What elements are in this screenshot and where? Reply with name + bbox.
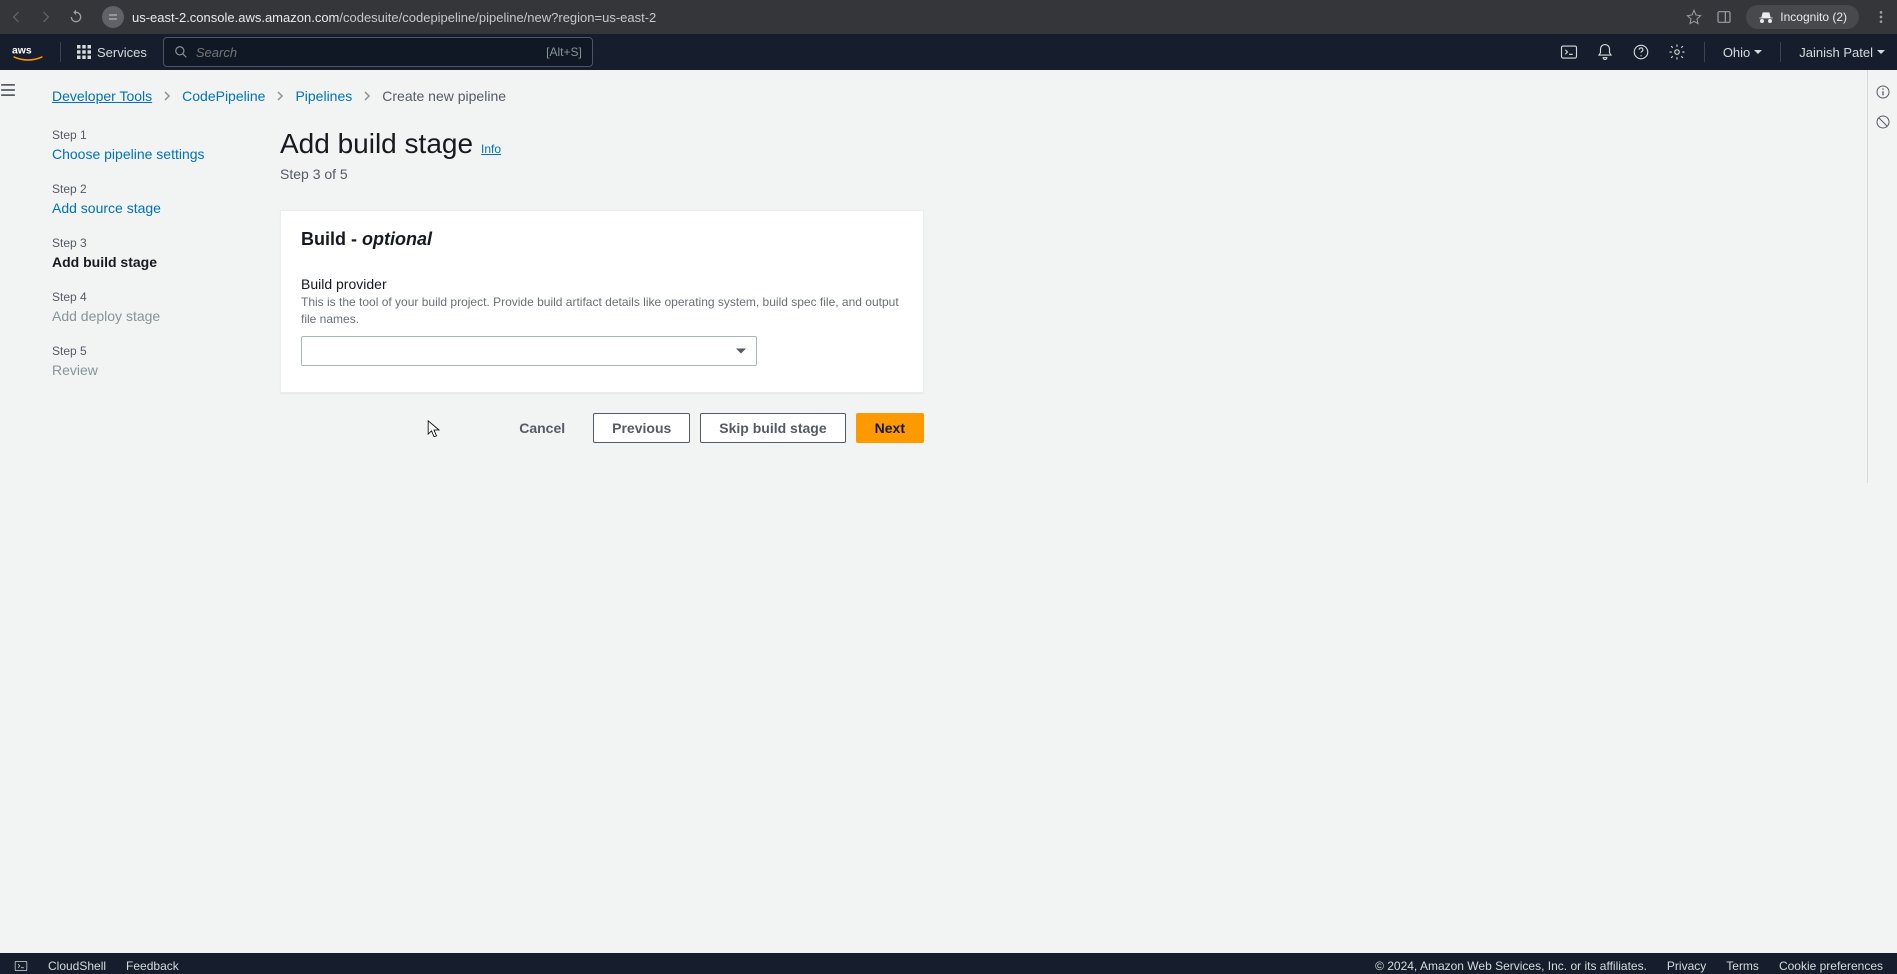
search-shortcut: [Alt+S] xyxy=(546,45,582,59)
cloudshell-footer-icon[interactable] xyxy=(14,959,28,973)
previous-button[interactable]: Previous xyxy=(593,413,690,443)
search-icon xyxy=(174,45,188,59)
incognito-label: Incognito (2) xyxy=(1780,10,1847,24)
sub-step: Step 3 of 5 xyxy=(280,166,924,182)
wizard-steps: Step 1 Choose pipeline settings Step 2 A… xyxy=(52,128,232,443)
step-5: Step 5 Review xyxy=(52,344,232,378)
card-title: Build - optional xyxy=(301,229,903,250)
actions-row: Cancel Previous Skip build stage Next xyxy=(280,413,924,443)
caret-down-icon xyxy=(1877,50,1885,54)
page-title: Add build stage xyxy=(280,128,473,160)
user-menu[interactable]: Jainish Patel xyxy=(1799,45,1885,60)
step-4: Step 4 Add deploy stage xyxy=(52,290,232,324)
chevron-right-icon xyxy=(362,88,372,104)
separator xyxy=(1780,42,1781,62)
region-selector[interactable]: Ohio xyxy=(1723,45,1762,60)
step-title: Add build stage xyxy=(52,254,232,270)
services-label: Services xyxy=(97,45,147,60)
separator xyxy=(60,42,61,62)
step-1[interactable]: Step 1 Choose pipeline settings xyxy=(52,128,232,162)
user-label: Jainish Patel xyxy=(1799,45,1873,60)
footer-cookies[interactable]: Cookie preferences xyxy=(1779,959,1883,973)
footer-terms[interactable]: Terms xyxy=(1726,959,1759,973)
url-text: us-east-2.console.aws.amazon.com/codesui… xyxy=(132,10,656,25)
search-input[interactable] xyxy=(196,45,538,60)
back-icon[interactable] xyxy=(8,9,24,25)
site-info-icon[interactable] xyxy=(102,6,124,28)
step-num: Step 3 xyxy=(52,236,232,250)
breadcrumb-dev-tools[interactable]: Developer Tools xyxy=(52,88,152,104)
breadcrumb-pipelines[interactable]: Pipelines xyxy=(295,88,352,104)
caret-down-icon xyxy=(736,348,746,353)
build-provider-select[interactable] xyxy=(301,336,757,366)
reload-icon[interactable] xyxy=(68,9,84,25)
browser-nav xyxy=(8,9,84,25)
page-body: Add build stage Info Step 3 of 5 Build -… xyxy=(280,128,924,443)
breadcrumbs: Developer Tools CodePipeline Pipelines C… xyxy=(52,88,1827,104)
footer-cloudshell[interactable]: CloudShell xyxy=(48,959,106,973)
content: Developer Tools CodePipeline Pipelines C… xyxy=(16,70,1867,483)
menu-dots-icon[interactable] xyxy=(1873,9,1889,25)
step-title[interactable]: Choose pipeline settings xyxy=(52,146,232,162)
step-num: Step 5 xyxy=(52,344,232,358)
footer-copyright: © 2024, Amazon Web Services, Inc. or its… xyxy=(1375,959,1647,973)
svg-text:aws: aws xyxy=(12,46,32,57)
footer-feedback[interactable]: Feedback xyxy=(126,959,179,973)
gear-icon[interactable] xyxy=(1668,43,1686,61)
build-card: Build - optional Build provider This is … xyxy=(280,210,924,393)
step-title[interactable]: Add source stage xyxy=(52,200,232,216)
info-link[interactable]: Info xyxy=(481,142,501,156)
chevron-right-icon xyxy=(275,88,285,104)
field-desc: This is the tool of your build project. … xyxy=(301,294,903,328)
help-icon[interactable] xyxy=(1632,43,1650,61)
footer-privacy[interactable]: Privacy xyxy=(1667,959,1706,973)
card-title-prefix: Build - xyxy=(301,229,362,249)
star-icon[interactable] xyxy=(1686,9,1702,25)
aws-logo-icon[interactable]: aws xyxy=(12,42,44,62)
side-nav-toggle[interactable] xyxy=(0,70,16,483)
aws-header: aws Services [Alt+S] Ohio Jainish Patel xyxy=(0,34,1897,70)
chevron-right-icon xyxy=(162,88,172,104)
caret-down-icon xyxy=(1754,50,1762,54)
breadcrumb-current: Create new pipeline xyxy=(382,88,506,104)
field-label: Build provider xyxy=(301,276,903,292)
footer: CloudShell Feedback © 2024, Amazon Web S… xyxy=(0,953,1897,974)
card-title-optional: optional xyxy=(362,229,432,249)
hamburger-icon xyxy=(1,84,15,96)
layout: Step 1 Choose pipeline settings Step 2 A… xyxy=(52,128,1827,443)
build-provider-field: Build provider This is the tool of your … xyxy=(301,276,903,366)
panel-icon[interactable] xyxy=(1716,9,1732,25)
step-title: Add deploy stage xyxy=(52,308,232,324)
info-panel-icon[interactable] xyxy=(1875,84,1891,100)
search-box[interactable]: [Alt+S] xyxy=(163,37,593,67)
clock-panel-icon[interactable] xyxy=(1875,114,1891,130)
cloudshell-icon[interactable] xyxy=(1560,43,1578,61)
main-wrap: Developer Tools CodePipeline Pipelines C… xyxy=(0,70,1897,483)
incognito-badge[interactable]: Incognito (2) xyxy=(1746,5,1859,29)
forward-icon[interactable] xyxy=(38,9,54,25)
step-title: Review xyxy=(52,362,232,378)
aux-rail xyxy=(1867,70,1897,483)
services-menu[interactable]: Services xyxy=(77,45,147,60)
browser-toolbar: us-east-2.console.aws.amazon.com/codesui… xyxy=(0,0,1897,34)
browser-right: Incognito (2) xyxy=(1686,5,1889,29)
skip-button[interactable]: Skip build stage xyxy=(700,413,845,443)
region-label: Ohio xyxy=(1723,45,1750,60)
grid-icon xyxy=(77,45,91,59)
header-right: Ohio Jainish Patel xyxy=(1560,42,1885,62)
step-num: Step 1 xyxy=(52,128,232,142)
breadcrumb-codepipeline[interactable]: CodePipeline xyxy=(182,88,265,104)
next-button[interactable]: Next xyxy=(856,413,924,443)
cancel-button[interactable]: Cancel xyxy=(501,413,583,443)
step-2[interactable]: Step 2 Add source stage xyxy=(52,182,232,216)
separator xyxy=(1704,42,1705,62)
bell-icon[interactable] xyxy=(1596,43,1614,61)
address-bar[interactable]: us-east-2.console.aws.amazon.com/codesui… xyxy=(102,6,1676,28)
step-num: Step 4 xyxy=(52,290,232,304)
step-num: Step 2 xyxy=(52,182,232,196)
page-header: Add build stage Info xyxy=(280,128,924,160)
step-3: Step 3 Add build stage xyxy=(52,236,232,270)
